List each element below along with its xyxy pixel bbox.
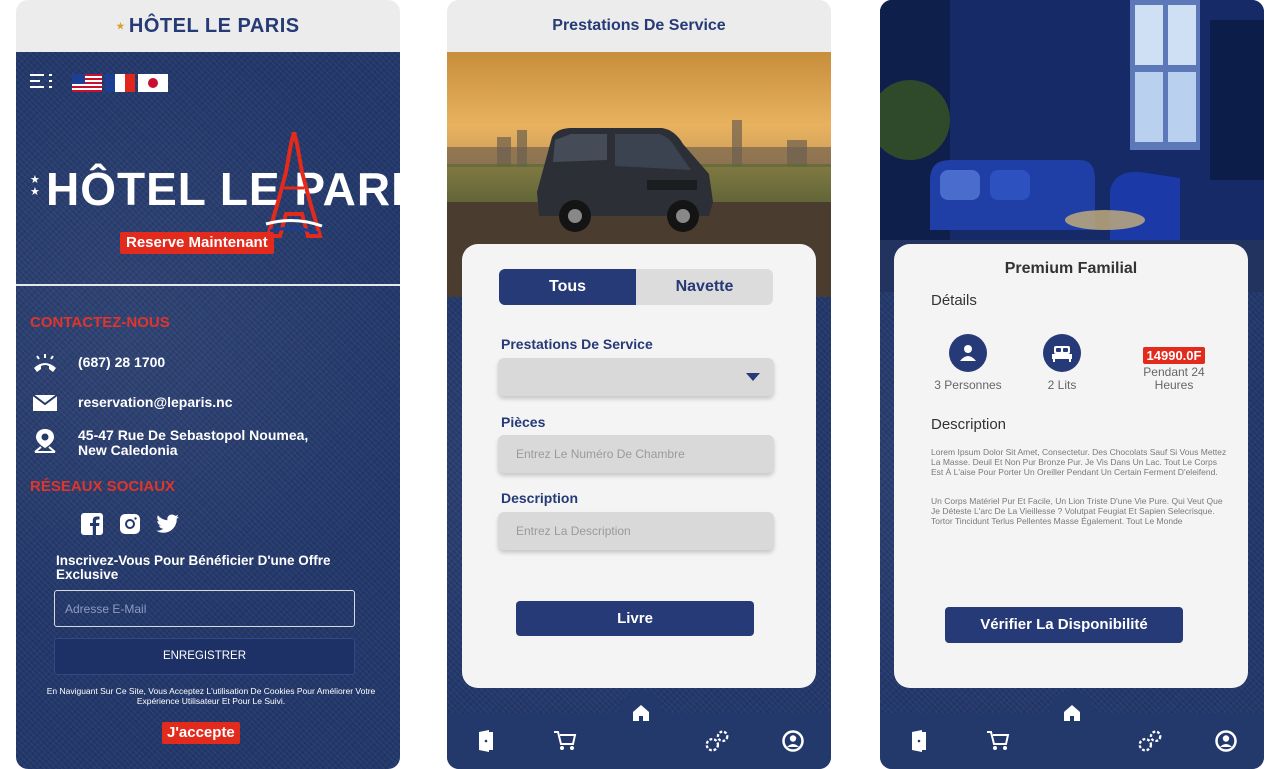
cart-icon[interactable]: [984, 727, 1012, 755]
twitter-icon[interactable]: [156, 512, 180, 536]
flag-fr-icon[interactable]: [105, 74, 135, 92]
top-header: ★ HÔTEL LE PARIS: [16, 0, 400, 52]
room-number-input[interactable]: Entrez Le Numéro De Chambre: [498, 435, 774, 473]
reserve-button[interactable]: Reserve Maintenant: [120, 232, 274, 254]
address-text: 45-47 Rue De Sebastopol Noumea, New Cale…: [78, 427, 309, 458]
profile-icon[interactable]: [1212, 727, 1240, 755]
price-feature: 14990.0F Pendant 24 Heures: [1134, 347, 1214, 392]
gears-icon[interactable]: [703, 727, 731, 755]
service-select[interactable]: [498, 358, 774, 396]
chevron-down-icon: [746, 373, 760, 381]
email-input[interactable]: [54, 590, 355, 627]
home-screen: ★ HÔTEL LE PARIS ★ ★ HÔTEL LE PARIS Reser…: [16, 0, 400, 769]
hotel-logo: ★ ★ HÔTEL LE PARIS: [30, 132, 400, 242]
page-title: Prestations De Service: [447, 0, 831, 52]
check-availability-button[interactable]: Vérifier La Disponibilité: [945, 607, 1183, 643]
room-detail-screen: Premium Familial Détails 3 Personnes 2 L…: [880, 0, 1264, 769]
brand-text: HÔTEL LE PARIS: [128, 14, 300, 37]
price-duration: Pendant 24 Heures: [1143, 365, 1205, 392]
hotel-logo-text: HÔTEL LE PARIS: [46, 163, 400, 215]
book-button[interactable]: Livre: [516, 601, 754, 636]
mail-icon: [30, 394, 60, 412]
toggle-all[interactable]: Tous: [499, 269, 636, 305]
room-title: Premium Familial: [1004, 260, 1138, 277]
contact-email[interactable]: reservation@leparis.nc: [30, 394, 233, 412]
bed-icon: [1043, 334, 1081, 372]
instagram-icon[interactable]: [118, 512, 142, 536]
newsletter-title: Inscrivez-Vous Pour Bénéficier D'une Off…: [56, 553, 331, 582]
facebook-icon[interactable]: [80, 512, 104, 536]
door-icon[interactable]: [904, 727, 932, 755]
language-selector: [72, 74, 168, 92]
phone-number: (687) 28 1700: [78, 354, 166, 370]
contact-address[interactable]: 45-47 Rue De Sebastopol Noumea, New Cale…: [30, 428, 338, 458]
service-label: Prestations De Service: [501, 336, 653, 352]
services-screen: Prestations De Service Tous Navette Pres…: [447, 0, 831, 769]
divider: [16, 284, 400, 286]
service-type-toggle: Tous Navette: [499, 269, 773, 305]
menu-icon[interactable]: [30, 74, 52, 92]
description-paragraph-2: Un Corps Matériel Pur Et Facile, Un Lion…: [931, 496, 1223, 526]
gears-icon[interactable]: [1136, 727, 1164, 755]
persons-count: 3 Personnes: [934, 378, 1002, 392]
details-title: Détails: [931, 292, 977, 309]
flag-jp-icon[interactable]: [138, 74, 168, 92]
price-badge: 14990.0F: [1142, 347, 1206, 364]
profile-icon[interactable]: [779, 727, 807, 755]
bottom-nav: [447, 691, 831, 769]
contact-title: CONTACTEZ-NOUS: [30, 314, 170, 331]
description-title: Description: [931, 416, 1007, 433]
bottom-nav: [880, 691, 1264, 769]
description-label: Description: [501, 490, 579, 506]
toggle-shuttle[interactable]: Navette: [636, 269, 773, 305]
register-button[interactable]: ENREGISTRER: [54, 638, 355, 675]
cookie-notice: En Naviguant Sur Ce Site, Vous Acceptez …: [46, 686, 376, 706]
flag-us-icon[interactable]: [72, 74, 102, 92]
room-card: Premium Familial Détails 3 Personnes 2 L…: [894, 244, 1248, 688]
cart-icon[interactable]: [551, 727, 579, 755]
home-icon[interactable]: [1050, 691, 1094, 735]
social-title: RÉSEAUX SOCIAUX: [30, 478, 176, 495]
description-input[interactable]: Entrez La Description: [498, 512, 774, 550]
phone-icon: [30, 354, 60, 374]
description-paragraph-1: Lorem Ipsum Dolor Sit Amet, Consectetur.…: [931, 447, 1227, 477]
person-icon: [949, 334, 987, 372]
accept-cookies-button[interactable]: J'accepte: [162, 722, 240, 744]
home-icon[interactable]: [619, 691, 663, 735]
home-body: ★ ★ HÔTEL LE PARIS Reserve Maintenant CON…: [16, 52, 400, 769]
contact-phone[interactable]: (687) 28 1700: [30, 354, 165, 374]
rooms-label: Pièces: [501, 414, 546, 430]
brand-logo-small[interactable]: ★ HÔTEL LE PARIS: [116, 15, 299, 38]
location-icon: [30, 428, 60, 454]
stars-icon: ★ ★: [30, 174, 40, 198]
persons-feature: 3 Personnes: [930, 334, 1006, 392]
beds-count: 2 Lits: [1047, 378, 1077, 392]
eiffel-tower-icon: [265, 132, 323, 238]
star-icon: ★: [116, 20, 125, 31]
social-links: [80, 512, 180, 536]
beds-feature: 2 Lits: [1032, 334, 1092, 392]
email-address: reservation@leparis.nc: [78, 394, 233, 410]
service-form-card: Tous Navette Prestations De Service Pièc…: [462, 244, 816, 688]
door-icon[interactable]: [471, 727, 499, 755]
